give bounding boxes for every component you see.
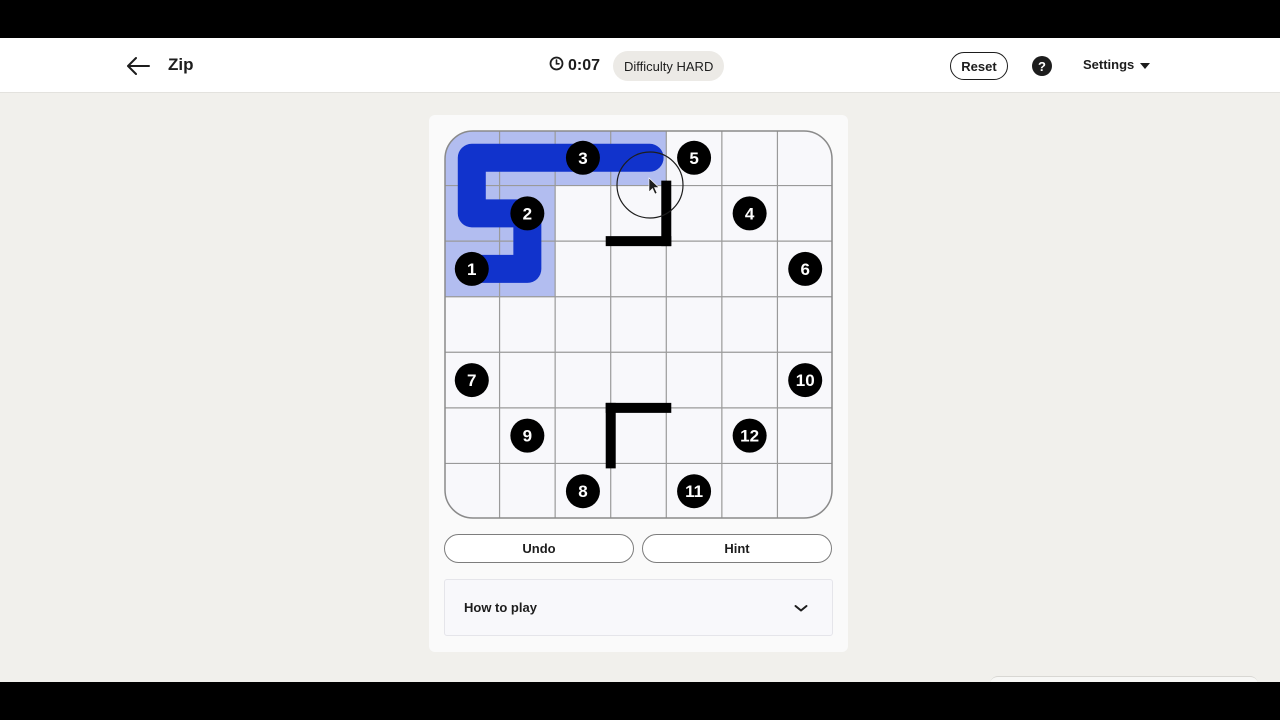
app-title: Zip — [168, 55, 194, 74]
number-label: 7 — [467, 371, 476, 390]
number-marker: 10 — [788, 363, 823, 398]
reset-button[interactable]: Reset — [950, 52, 1008, 80]
number-label: 1 — [467, 260, 476, 279]
number-marker: 8 — [565, 474, 600, 509]
timer: 0:07 — [549, 56, 600, 76]
number-label: 10 — [796, 371, 815, 390]
number-marker: 3 — [565, 140, 600, 175]
number-marker: 6 — [788, 251, 823, 286]
number-marker: 9 — [510, 418, 545, 453]
back-arrow-icon[interactable] — [124, 53, 152, 79]
number-label: 3 — [578, 149, 587, 168]
number-marker: 1 — [454, 251, 489, 286]
number-marker: 2 — [510, 196, 545, 231]
settings-menu[interactable]: Settings — [1083, 57, 1151, 72]
help-icon[interactable]: ? — [1032, 56, 1052, 76]
hint-button[interactable]: Hint — [642, 534, 832, 563]
clock-icon — [549, 56, 564, 76]
caret-down-icon — [1140, 57, 1151, 72]
number-label: 12 — [740, 427, 759, 446]
timer-value: 0:07 — [568, 57, 601, 74]
number-label: 8 — [578, 482, 587, 501]
number-marker: 11 — [677, 474, 712, 509]
letterbox-top — [0, 0, 1280, 38]
number-marker: 12 — [732, 418, 767, 453]
number-marker: 5 — [677, 140, 712, 175]
page: Zip 0:07 Difficulty HARD Reset ? Setting… — [0, 38, 1280, 682]
letterbox-bottom — [0, 682, 1280, 720]
number-label: 11 — [685, 482, 703, 501]
undo-button[interactable]: Undo — [444, 534, 634, 563]
number-label: 5 — [689, 149, 698, 168]
number-marker: 4 — [732, 196, 767, 231]
number-label: 4 — [745, 204, 755, 223]
number-label: 2 — [523, 204, 532, 223]
chevron-down-icon — [794, 601, 808, 613]
number-marker: 7 — [454, 363, 489, 398]
how-to-play-label: How to play — [464, 600, 537, 615]
game-board[interactable]: 3 5 2 4 1 6 7 10 9 12 8 11 — [444, 130, 833, 519]
difficulty-badge: Difficulty HARD — [613, 51, 725, 81]
board-canvas[interactable]: 3 5 2 4 1 6 7 10 9 12 8 11 — [444, 130, 833, 519]
top-bar: Zip 0:07 Difficulty HARD Reset ? Setting… — [0, 38, 1280, 93]
settings-label: Settings — [1083, 57, 1135, 72]
number-label: 6 — [800, 260, 809, 279]
number-label: 9 — [523, 427, 532, 446]
how-to-play-accordion[interactable]: How to play — [444, 579, 833, 636]
